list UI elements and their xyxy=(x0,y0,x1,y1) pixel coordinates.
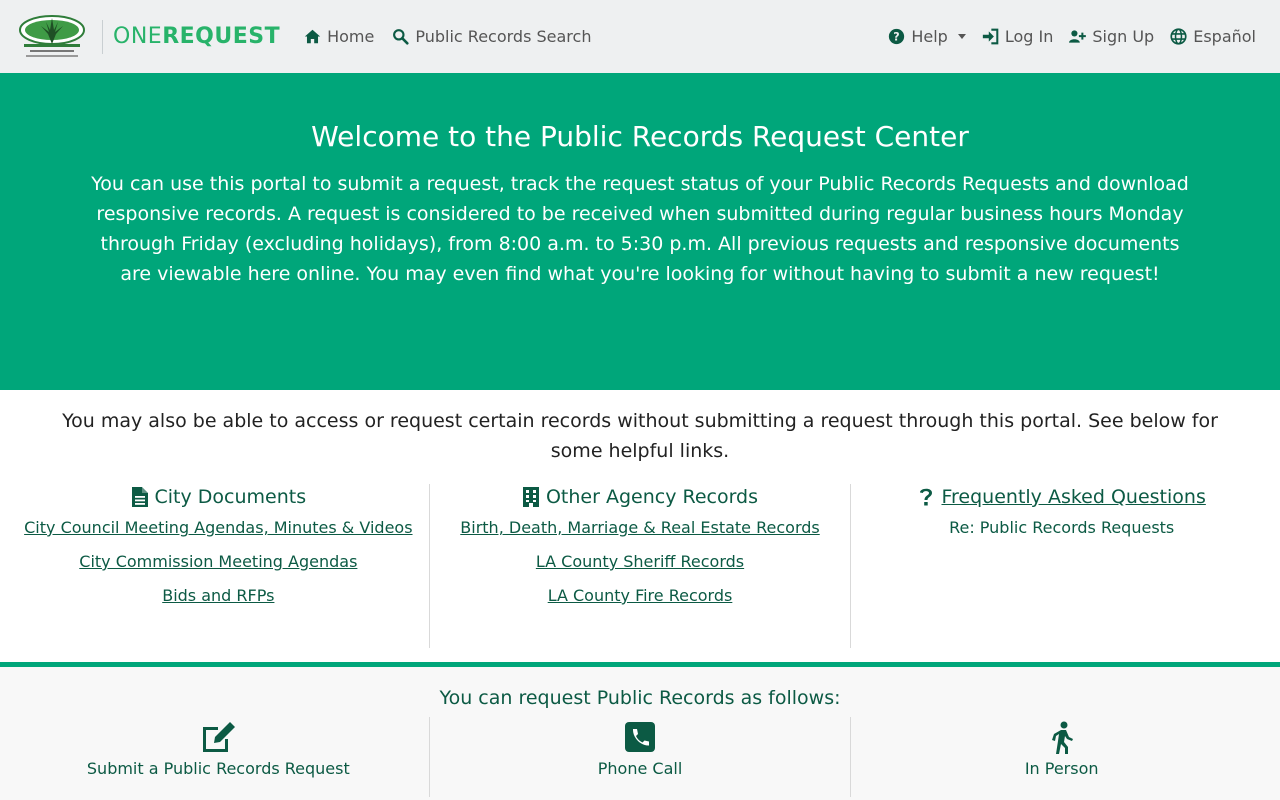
nav-home-link[interactable]: Home xyxy=(304,27,374,46)
faq-title-link[interactable]: Frequently Asked Questions xyxy=(941,484,1205,510)
question-circle-icon: ? xyxy=(889,28,905,45)
phone-icon xyxy=(625,722,655,752)
nav-help-label: Help xyxy=(911,27,948,46)
nav-help-dropdown[interactable]: ? Help xyxy=(888,27,966,46)
svg-text:?: ? xyxy=(894,30,900,43)
hero-title: Welcome to the Public Records Request Ce… xyxy=(311,120,969,153)
walking-icon xyxy=(1051,721,1073,754)
nav-signup-label: Sign Up xyxy=(1092,27,1155,46)
globe-icon xyxy=(1170,28,1187,45)
bids-rfps-link[interactable]: Bids and RFPs xyxy=(18,584,419,608)
nav-language-label: Español xyxy=(1193,27,1256,46)
nav-signup-link[interactable]: Sign Up xyxy=(1069,27,1154,46)
city-documents-title: City Documents xyxy=(154,486,307,508)
brand-one-text: ONE xyxy=(113,24,163,49)
question-icon xyxy=(920,488,933,506)
phone-call-label: Phone Call xyxy=(597,759,683,778)
in-person-label: In Person xyxy=(1024,759,1099,778)
city-documents-heading: City Documents xyxy=(18,484,419,510)
sign-in-icon xyxy=(982,28,999,45)
other-agency-title: Other Agency Records xyxy=(545,486,759,508)
hero-banner: Welcome to the Public Records Request Ce… xyxy=(0,73,1280,390)
brand-divider xyxy=(102,19,103,54)
brand-request-text: REQUEST xyxy=(162,24,281,49)
user-plus-icon xyxy=(1069,30,1087,43)
faq-heading[interactable]: Frequently Asked Questions xyxy=(861,484,1262,510)
faq-subtitle: Re: Public Records Requests xyxy=(949,518,1175,537)
top-navbar: ONEREQUEST Home Public Records Search ? … xyxy=(0,0,1280,73)
la-fire-records-link[interactable]: LA County Fire Records xyxy=(440,584,841,608)
caret-down-icon xyxy=(957,34,966,39)
city-commission-agendas-link[interactable]: City Commission Meeting Agendas xyxy=(18,550,419,574)
other-agency-heading: Other Agency Records xyxy=(440,484,841,510)
in-person-option[interactable]: In Person xyxy=(850,717,1272,797)
edit-icon xyxy=(203,722,236,752)
city-documents-column: City Documents City Council Meeting Agen… xyxy=(8,484,429,648)
search-icon xyxy=(393,29,409,45)
vital-records-link[interactable]: Birth, Death, Marriage & Real Estate Rec… xyxy=(440,516,841,540)
nav-search-link[interactable]: Public Records Search xyxy=(392,27,591,46)
request-methods-title: You can request Public Records as follow… xyxy=(439,687,841,709)
request-methods-section: You can request Public Records as follow… xyxy=(0,662,1280,800)
helpful-links-section: You may also be able to access or reques… xyxy=(0,390,1280,662)
home-icon xyxy=(304,29,321,44)
city-council-agendas-link[interactable]: City Council Meeting Agendas, Minutes & … xyxy=(18,516,419,540)
la-sheriff-records-link[interactable]: LA County Sheriff Records xyxy=(440,550,841,574)
onerequest-brand[interactable]: ONEREQUEST xyxy=(113,24,280,49)
nav-home-label: Home xyxy=(327,27,375,46)
other-agency-column: Other Agency Records Birth, Death, Marri… xyxy=(428,484,851,648)
nav-login-label: Log In xyxy=(1004,27,1054,46)
nav-language-link[interactable]: Español xyxy=(1170,27,1256,46)
phone-call-option[interactable]: Phone Call xyxy=(428,717,851,797)
nav-search-label: Public Records Search xyxy=(415,27,592,46)
file-text-icon xyxy=(131,487,148,507)
nav-login-link[interactable]: Log In xyxy=(982,27,1054,46)
faq-column: Frequently Asked Questions Re: Public Re… xyxy=(850,484,1272,648)
hero-body: You can use this portal to submit a requ… xyxy=(91,173,1189,285)
helpful-links-intro: You may also be able to access or reques… xyxy=(62,410,1218,462)
city-seal-logo[interactable] xyxy=(18,14,86,60)
submit-request-option[interactable]: Submit a Public Records Request xyxy=(8,717,429,797)
building-icon xyxy=(522,487,539,507)
submit-request-label: Submit a Public Records Request xyxy=(86,759,350,778)
